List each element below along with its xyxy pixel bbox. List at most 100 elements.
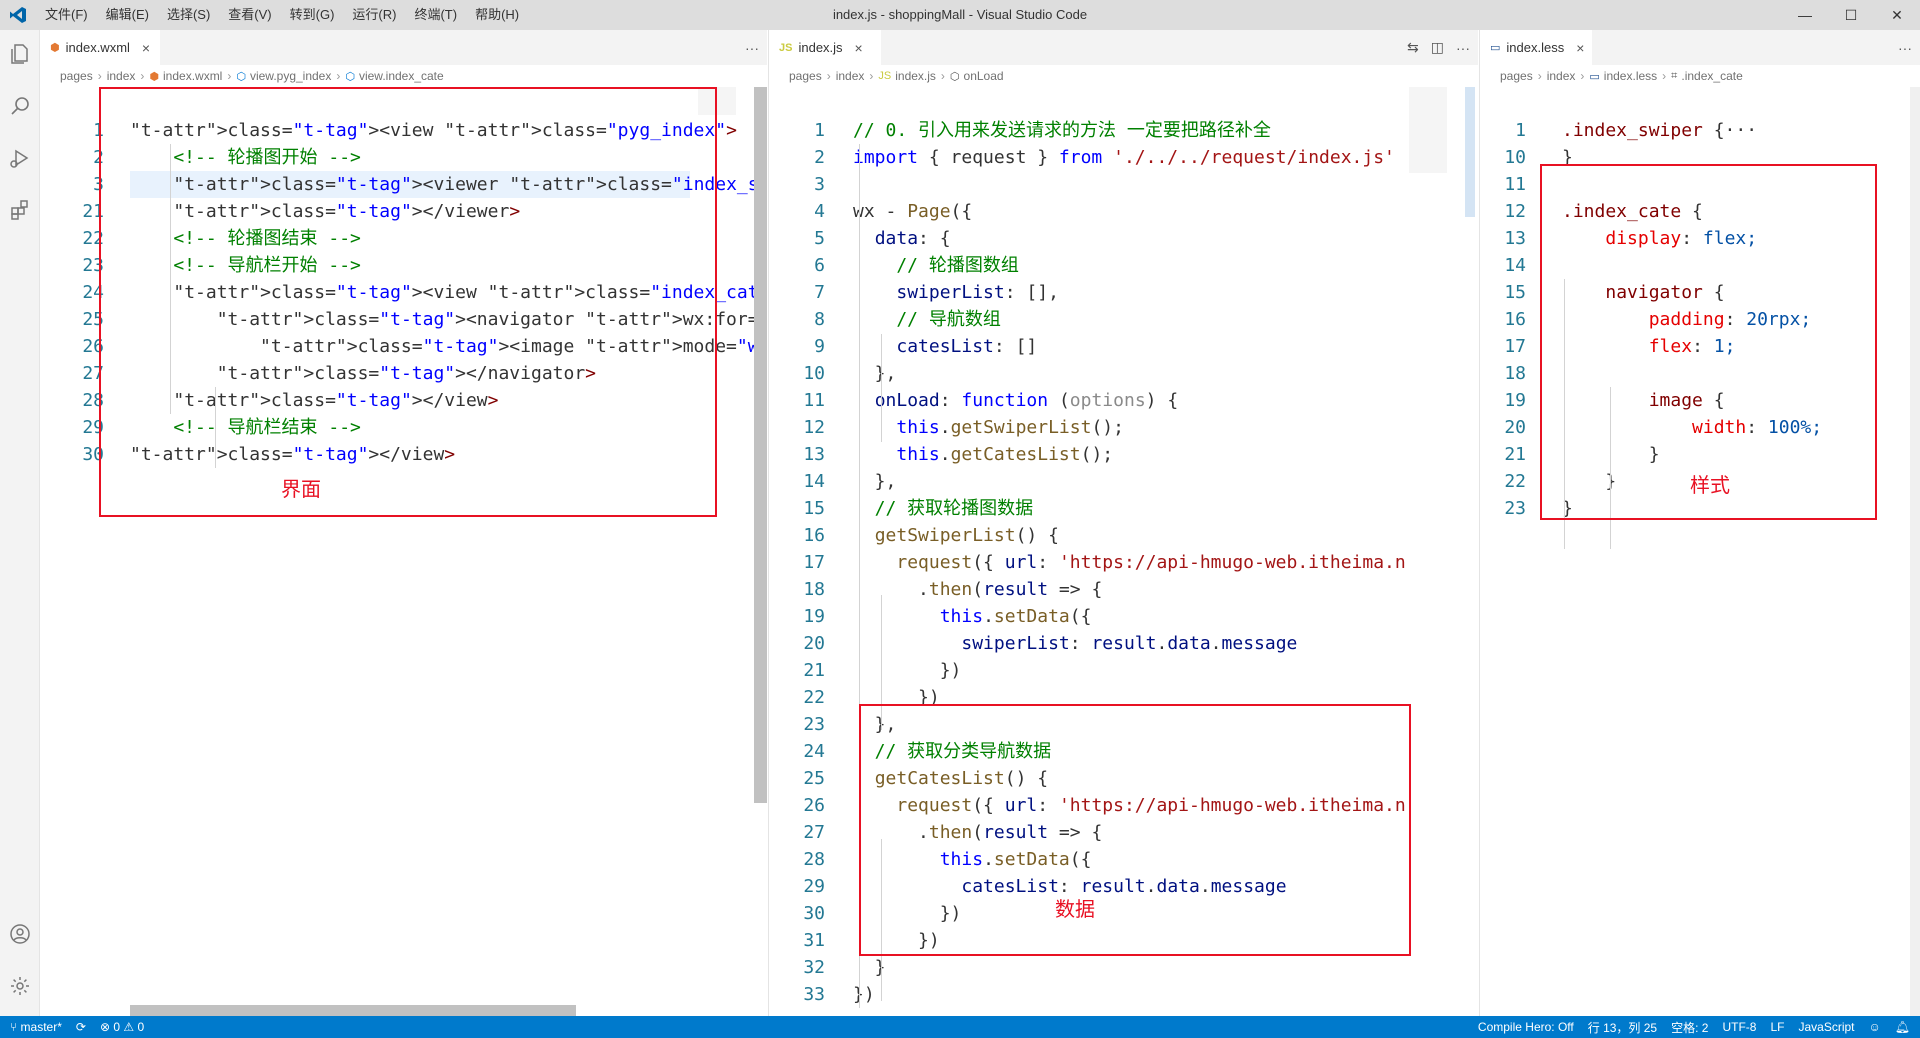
code-line[interactable]: 12 this.getSwiperList(); <box>769 414 1478 441</box>
code-line[interactable]: 1 .index_swiper {··· <box>1480 117 1920 144</box>
code-line[interactable]: 5 data: { <box>769 225 1478 252</box>
line-number: 11 <box>1504 174 1526 195</box>
close-window-button[interactable]: ✕ <box>1874 0 1920 30</box>
code-line[interactable]: 17 request({ url: 'https://api-hmugo-web… <box>769 549 1478 576</box>
code-line[interactable]: 20 swiperList: result.data.message <box>769 630 1478 657</box>
breadcrumb-item[interactable]: pages <box>789 69 822 83</box>
breadcrumb-item[interactable]: pages <box>1500 69 1533 83</box>
more-actions-button[interactable]: ··· <box>1456 40 1470 56</box>
code-line[interactable]: 19 this.setData({ <box>769 603 1478 630</box>
menu-edit[interactable]: 编辑(E) <box>97 0 158 30</box>
code-line[interactable]: 32 } <box>769 954 1478 981</box>
code-line[interactable]: 11 onLoad: function (options) { <box>769 387 1478 414</box>
settings-gear-icon[interactable] <box>4 970 36 1002</box>
menu-selection[interactable]: 选择(S) <box>158 0 219 30</box>
code-line[interactable]: 18 .then(result => { <box>769 576 1478 603</box>
code-text: }) <box>853 660 962 681</box>
code-line[interactable]: 2 import { request } from './../../reques… <box>769 144 1478 171</box>
minimap[interactable] <box>1409 87 1447 173</box>
line-number: 22 <box>82 228 104 249</box>
annotation-box-ui <box>99 87 717 517</box>
breadcrumb-item[interactable]: .index_cate <box>1681 69 1742 83</box>
minimize-button[interactable]: — <box>1782 0 1828 30</box>
language-mode[interactable]: JavaScript <box>1798 1020 1854 1034</box>
vertical-scrollbar[interactable] <box>1910 87 1920 1016</box>
more-actions-button[interactable]: ··· <box>1898 40 1912 56</box>
code-line[interactable]: 15 // 获取轮播图数据 <box>769 495 1478 522</box>
code-line[interactable]: 13 this.getCatesList(); <box>769 441 1478 468</box>
tab-index-js[interactable]: JS index.js × <box>769 30 881 65</box>
code-line[interactable]: 8 // 导航数组 <box>769 306 1478 333</box>
more-actions-button[interactable]: ··· <box>745 40 759 56</box>
code-line[interactable]: 33}) <box>769 981 1478 1008</box>
code-text: .index_swiper {··· <box>1562 120 1758 141</box>
indentation-status[interactable]: 空格: 2 <box>1671 1019 1708 1036</box>
vertical-scrollbar[interactable] <box>754 87 767 803</box>
line-number: 8 <box>814 309 825 330</box>
vertical-scrollbar[interactable] <box>1465 87 1475 217</box>
git-branch-item[interactable]: ⑂ master* <box>10 1020 62 1034</box>
line-number: 31 <box>803 930 825 951</box>
tab-close-button[interactable]: × <box>855 40 863 56</box>
wxml-file-icon: ⬢ <box>50 42 60 54</box>
breadcrumb-item[interactable]: view.index_cate <box>359 69 444 83</box>
tab-close-button[interactable]: × <box>142 40 150 56</box>
breadcrumb-item[interactable]: index <box>107 69 136 83</box>
line-number: 14 <box>1504 255 1526 276</box>
cursor-position[interactable]: 行 13，列 25 <box>1588 1019 1657 1036</box>
compare-changes-icon[interactable]: ⇆ <box>1407 39 1419 56</box>
code-line[interactable]: 1 // 0. 引入用来发送请求的方法 一定要把路径补全 <box>769 117 1478 144</box>
menu-file[interactable]: 文件(F) <box>36 0 97 30</box>
breadcrumb-item[interactable]: index.js <box>895 69 936 83</box>
less-file-icon: ▭ <box>1589 70 1600 83</box>
code-line[interactable]: 6 // 轮播图数组 <box>769 252 1478 279</box>
eol-status[interactable]: LF <box>1770 1020 1784 1034</box>
run-debug-icon[interactable] <box>4 142 36 174</box>
extensions-icon[interactable] <box>4 194 36 226</box>
line-number: 20 <box>1504 417 1526 438</box>
code-line[interactable]: 7 swiperList: [], <box>769 279 1478 306</box>
tab-index-wxml[interactable]: ⬢ index.wxml × <box>40 30 160 65</box>
breadcrumb-item[interactable]: index.wxml <box>163 69 222 83</box>
encoding-status[interactable]: UTF-8 <box>1722 1020 1756 1034</box>
code-text: this.setData({ <box>939 606 1092 627</box>
tab-index-less[interactable]: ▭ index.less × <box>1480 30 1592 65</box>
menu-terminal[interactable]: 终端(T) <box>405 0 466 30</box>
breadcrumb: pages › index › ▭ index.less › ⌗ .index_cate <box>1500 69 1743 83</box>
breadcrumb-item[interactable]: onLoad <box>964 69 1004 83</box>
line-number: 18 <box>1504 363 1526 384</box>
line-number: 19 <box>803 606 825 627</box>
tab-close-button[interactable]: × <box>1576 40 1584 56</box>
feedback-icon[interactable]: ☺ <box>1869 1020 1881 1034</box>
horizontal-scrollbar[interactable] <box>130 1005 576 1016</box>
problems-indicator[interactable]: ⊗ 0 ⚠ 0 <box>100 1020 144 1034</box>
code-line[interactable]: 3 <box>769 171 1478 198</box>
breadcrumb-item[interactable]: index <box>836 69 865 83</box>
menu-run[interactable]: 运行(R) <box>343 0 405 30</box>
code-line[interactable]: 14 }, <box>769 468 1478 495</box>
line-number: 1 <box>1515 120 1526 141</box>
line-number: 24 <box>803 741 825 762</box>
sync-button[interactable]: ⟳ <box>76 1020 86 1034</box>
breadcrumb-item[interactable]: pages <box>60 69 93 83</box>
menu-go[interactable]: 转到(G) <box>281 0 344 30</box>
breadcrumb-item[interactable]: index.less <box>1604 69 1657 83</box>
code-line[interactable]: 10 }, <box>769 360 1478 387</box>
breadcrumb: pages › index › ⬢ index.wxml › ⬡ view.pyg_ind… <box>60 69 444 83</box>
code-line[interactable]: 9 catesList: [] <box>769 333 1478 360</box>
explorer-icon[interactable] <box>4 38 36 70</box>
split-editor-icon[interactable]: ◫ <box>1431 39 1444 56</box>
code-line[interactable]: 4 wx - Page({ <box>769 198 1478 225</box>
compile-hero-status[interactable]: Compile Hero: Off <box>1478 1020 1574 1034</box>
breadcrumb-item[interactable]: view.pyg_index <box>250 69 331 83</box>
search-icon[interactable] <box>4 90 36 122</box>
menu-help[interactable]: 帮助(H) <box>466 0 528 30</box>
code-line[interactable]: 21 }) <box>769 657 1478 684</box>
notifications-icon[interactable]: 🔔︎ <box>1895 1020 1910 1034</box>
code-line[interactable]: 16 getSwiperList() { <box>769 522 1478 549</box>
account-icon[interactable] <box>4 918 36 950</box>
maximize-button[interactable]: ☐ <box>1828 0 1874 30</box>
tab-actions: ⇆ ◫ ··· <box>1407 30 1470 65</box>
menu-view[interactable]: 查看(V) <box>219 0 280 30</box>
breadcrumb-item[interactable]: index <box>1547 69 1576 83</box>
